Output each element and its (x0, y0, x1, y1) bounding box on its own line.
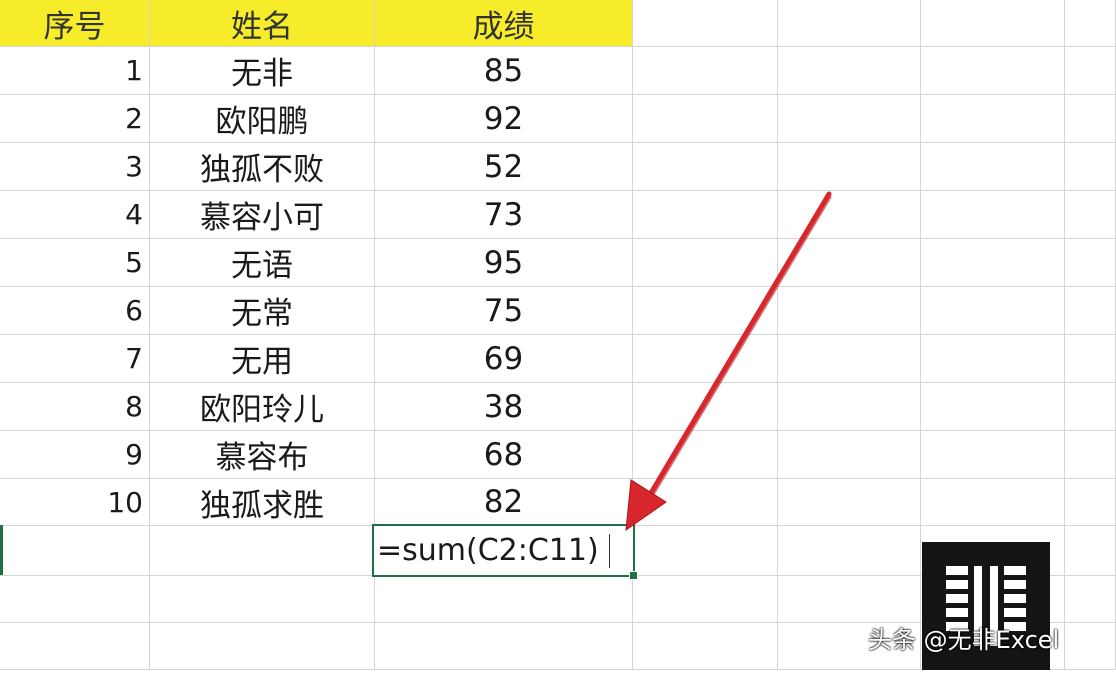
watermark-text: 头条 @无非Excel (868, 626, 1060, 654)
